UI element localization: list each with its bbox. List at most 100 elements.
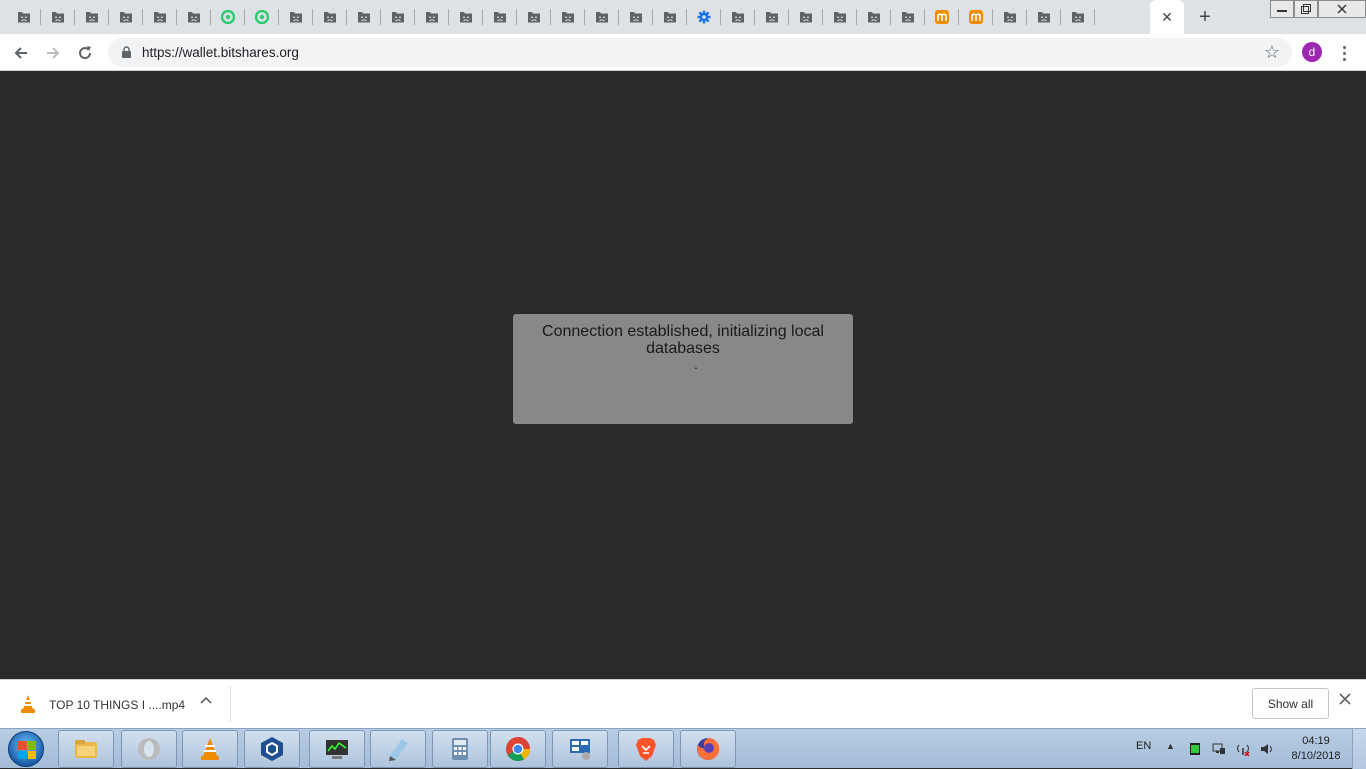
- sad-face-icon: [629, 10, 643, 24]
- back-button[interactable]: [8, 40, 34, 66]
- reload-button[interactable]: [72, 40, 98, 66]
- taskbar-network-app[interactable]: [552, 730, 608, 768]
- wireless-icon[interactable]: [1236, 742, 1250, 756]
- browser-tab[interactable]: [75, 0, 109, 34]
- language-indicator[interactable]: EN: [1136, 740, 1151, 752]
- notepad-icon: [389, 739, 408, 761]
- blue-gear-icon: [697, 10, 711, 24]
- taskbar-notepad[interactable]: [370, 730, 426, 768]
- taskbar-firefox[interactable]: [680, 730, 736, 768]
- reload-icon: [79, 46, 92, 60]
- network-icon[interactable]: [1212, 742, 1226, 756]
- browser-tab[interactable]: [415, 0, 449, 34]
- sad-face-icon: [527, 10, 541, 24]
- taskbar-chrome[interactable]: [490, 730, 546, 768]
- browser-tab[interactable]: [551, 0, 585, 34]
- profile-avatar[interactable]: d: [1302, 42, 1322, 62]
- restore-button[interactable]: [1294, 0, 1318, 18]
- browser-tab[interactable]: [1061, 0, 1095, 34]
- close-tab-icon[interactable]: ✕: [1161, 9, 1173, 26]
- browser-tab[interactable]: [755, 0, 789, 34]
- sad-face-icon: [901, 10, 915, 24]
- browser-tab[interactable]: [585, 0, 619, 34]
- forward-button[interactable]: [40, 40, 66, 66]
- restore-icon: [1301, 4, 1311, 14]
- network-app-icon: [570, 739, 590, 760]
- sad-face-icon: [731, 10, 745, 24]
- download-item[interactable]: TOP 10 THINGS I ....mp4: [0, 686, 231, 722]
- orange-m-icon: [969, 10, 983, 24]
- taskbar-vlc[interactable]: [182, 730, 238, 768]
- browser-tab[interactable]: [313, 0, 347, 34]
- chevron-up-icon[interactable]: [200, 694, 212, 708]
- browser-menu-button[interactable]: [1334, 40, 1354, 66]
- taskbar-hex-app[interactable]: [244, 730, 300, 768]
- start-button[interactable]: [8, 731, 44, 767]
- close-window-button[interactable]: [1318, 0, 1366, 18]
- sad-face-icon: [323, 10, 337, 24]
- windows-taskbar: EN ▲ 04:19 8/10/2018: [0, 728, 1366, 769]
- browser-tab[interactable]: [891, 0, 925, 34]
- url-text[interactable]: https://wallet.bitshares.org: [142, 45, 299, 60]
- browser-tab[interactable]: [109, 0, 143, 34]
- browser-tab[interactable]: [619, 0, 653, 34]
- browser-tab[interactable]: [687, 0, 721, 34]
- browser-tab[interactable]: [789, 0, 823, 34]
- browser-tab[interactable]: [857, 0, 891, 34]
- browser-toolbar: https://wallet.bitshares.org ☆ d: [0, 34, 1366, 71]
- show-desktop-button[interactable]: [1352, 729, 1366, 769]
- brave-lion-icon: [636, 738, 656, 761]
- folder-icon: [75, 740, 97, 758]
- clock-time: 04:19: [1302, 735, 1330, 747]
- sad-face-icon: [357, 10, 371, 24]
- taskbar-opera[interactable]: [121, 730, 177, 768]
- sad-face-icon: [867, 10, 881, 24]
- taskbar-explorer[interactable]: [58, 730, 114, 768]
- browser-tab[interactable]: [993, 0, 1027, 34]
- sad-face-icon: [153, 10, 167, 24]
- browser-tab[interactable]: [653, 0, 687, 34]
- browser-tab[interactable]: [177, 0, 211, 34]
- browser-tab[interactable]: [823, 0, 857, 34]
- bookmark-star-icon[interactable]: ☆: [1264, 42, 1280, 63]
- show-hidden-icons-icon[interactable]: ▲: [1166, 741, 1175, 751]
- tab-separator: [1094, 9, 1095, 25]
- new-tab-button[interactable]: +: [1194, 6, 1216, 28]
- browser-tab[interactable]: [449, 0, 483, 34]
- browser-tab[interactable]: [143, 0, 177, 34]
- show-all-button[interactable]: Show all: [1252, 688, 1329, 719]
- browser-tab[interactable]: [959, 0, 993, 34]
- volume-icon[interactable]: [1260, 742, 1274, 756]
- minimize-button[interactable]: [1270, 0, 1294, 18]
- active-tab[interactable]: ✕: [1150, 0, 1184, 34]
- download-bar: TOP 10 THINGS I ....mp4 Show all: [0, 679, 1366, 728]
- browser-tab[interactable]: [381, 0, 415, 34]
- browser-tab[interactable]: [1027, 0, 1061, 34]
- browser-tab[interactable]: [721, 0, 755, 34]
- system-monitor-icon: [326, 740, 348, 759]
- sad-face-icon: [391, 10, 405, 24]
- browser-tab[interactable]: [279, 0, 313, 34]
- browser-tab[interactable]: [7, 0, 41, 34]
- taskbar-clock[interactable]: 04:19 8/10/2018: [1286, 734, 1346, 764]
- loading-dialog: Connection established, initializing loc…: [513, 314, 853, 424]
- taskbar-calculator[interactable]: [432, 730, 488, 768]
- browser-tab[interactable]: [245, 0, 279, 34]
- browser-tab[interactable]: [211, 0, 245, 34]
- taskbar-brave[interactable]: [618, 730, 674, 768]
- address-bar[interactable]: https://wallet.bitshares.org ☆: [108, 38, 1292, 67]
- green-status-icon[interactable]: [1188, 742, 1202, 756]
- forward-arrow-icon: [47, 47, 60, 59]
- browser-tab[interactable]: [41, 0, 75, 34]
- taskbar-monitor-app[interactable]: [309, 730, 365, 768]
- browser-tab[interactable]: [517, 0, 551, 34]
- clock-date: 8/10/2018: [1291, 750, 1341, 762]
- close-icon: [1337, 4, 1347, 14]
- browser-tab[interactable]: [925, 0, 959, 34]
- orange-m-icon: [935, 10, 949, 24]
- vlc-icon: [201, 738, 219, 760]
- close-download-bar-icon[interactable]: [1339, 692, 1351, 710]
- browser-tab[interactable]: [347, 0, 381, 34]
- sad-face-icon: [51, 10, 65, 24]
- browser-tab[interactable]: [483, 0, 517, 34]
